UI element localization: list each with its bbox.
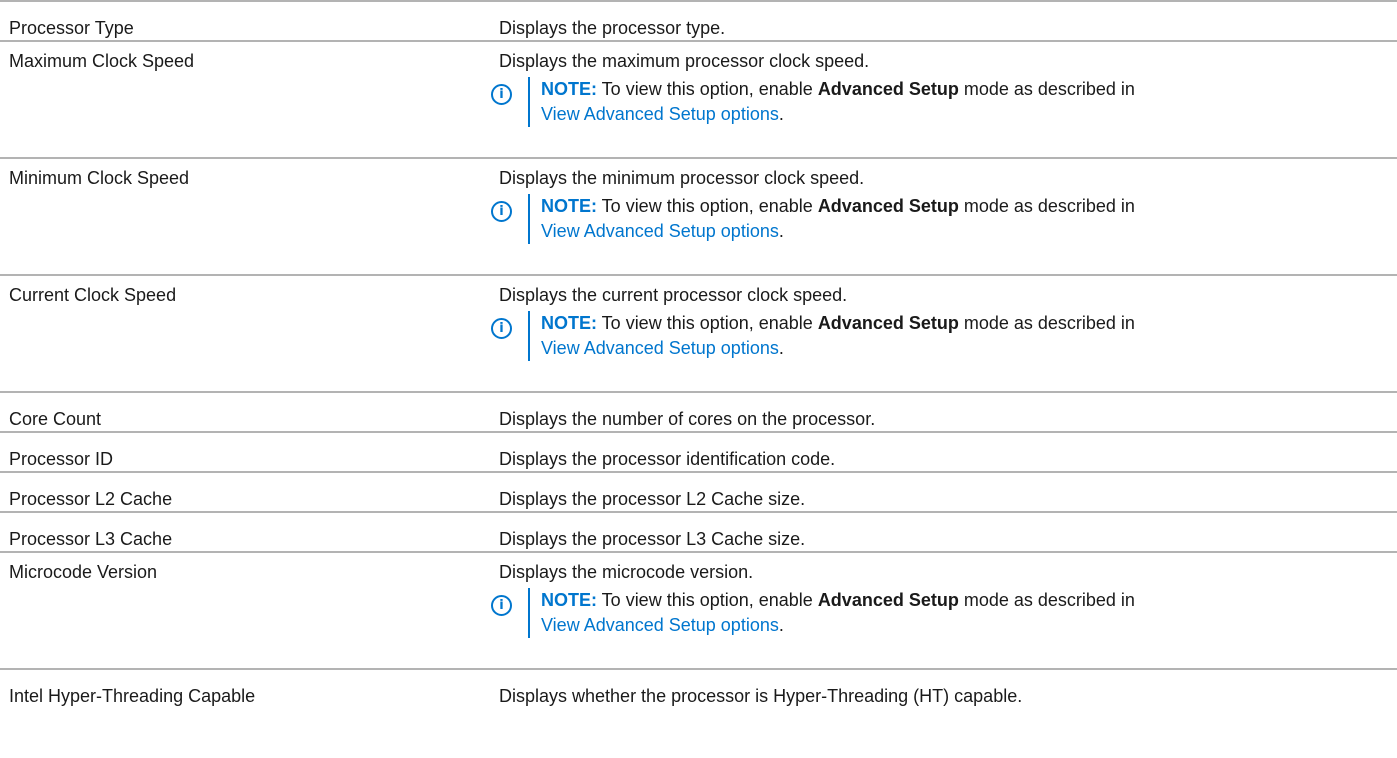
info-icon: i <box>491 201 512 222</box>
info-icon: i <box>491 595 512 616</box>
advanced-setup-term: Advanced Setup <box>817 313 959 333</box>
note-callout: i NOTE: To view this option, enable Adva… <box>491 307 1397 361</box>
table-row: Processor ID Displays the processor iden… <box>0 432 1397 472</box>
info-icon: i <box>491 318 512 339</box>
table-row: Processor L2 Cache Displays the processo… <box>0 472 1397 512</box>
processor-settings-table: Processor Type Displays the processor ty… <box>0 0 1397 708</box>
advanced-setup-term: Advanced Setup <box>817 196 959 216</box>
setting-name: Processor L2 Cache <box>9 489 173 509</box>
advanced-setup-term: Advanced Setup <box>817 79 959 99</box>
note-label: NOTE: <box>541 590 597 610</box>
setting-description: Displays the current processor clock spe… <box>491 275 1397 392</box>
view-advanced-setup-link[interactable]: View Advanced Setup options <box>541 104 779 124</box>
note-callout: i NOTE: To view this option, enable Adva… <box>491 73 1397 127</box>
advanced-setup-term: Advanced Setup <box>817 590 959 610</box>
setting-description: Displays the processor L3 Cache size. <box>499 529 806 549</box>
setting-description: Displays the number of cores on the proc… <box>499 409 876 429</box>
table-row: Minimum Clock Speed Displays the minimum… <box>0 158 1397 275</box>
setting-name: Processor ID <box>9 449 114 469</box>
setting-description: Displays the microcode version. i NOTE: … <box>491 552 1397 669</box>
setting-name: Microcode Version <box>9 562 158 582</box>
table-row: Intel Hyper-Threading Capable Displays w… <box>0 669 1397 708</box>
setting-description: Displays the processor identification co… <box>499 449 836 469</box>
view-advanced-setup-link[interactable]: View Advanced Setup options <box>541 615 779 635</box>
table-row: Core Count Displays the number of cores … <box>0 392 1397 432</box>
note-bar <box>528 588 530 638</box>
setting-description: Displays the processor type. <box>499 18 726 38</box>
table-row: Maximum Clock Speed Displays the maximum… <box>0 41 1397 158</box>
setting-description: Displays the processor L2 Cache size. <box>499 489 806 509</box>
setting-name: Maximum Clock Speed <box>9 51 195 71</box>
note-label: NOTE: <box>541 196 597 216</box>
view-advanced-setup-link[interactable]: View Advanced Setup options <box>541 338 779 358</box>
note-text: NOTE: To view this option, enable Advanc… <box>541 313 1135 358</box>
note-text: NOTE: To view this option, enable Advanc… <box>541 79 1135 124</box>
setting-name: Processor L3 Cache <box>9 529 173 549</box>
table-row: Microcode Version Displays the microcode… <box>0 552 1397 669</box>
setting-name: Intel Hyper-Threading Capable <box>9 686 256 706</box>
view-advanced-setup-link[interactable]: View Advanced Setup options <box>541 221 779 241</box>
note-label: NOTE: <box>541 79 597 99</box>
note-bar <box>528 194 530 244</box>
note-callout: i NOTE: To view this option, enable Adva… <box>491 584 1397 638</box>
note-bar <box>528 77 530 127</box>
note-bar <box>528 311 530 361</box>
note-callout: i NOTE: To view this option, enable Adva… <box>491 190 1397 244</box>
setting-description: Displays whether the processor is Hyper-… <box>499 686 1023 706</box>
table-row: Processor Type Displays the processor ty… <box>0 1 1397 41</box>
setting-name: Core Count <box>9 409 102 429</box>
note-text: NOTE: To view this option, enable Advanc… <box>541 590 1135 635</box>
table-row: Processor L3 Cache Displays the processo… <box>0 512 1397 552</box>
setting-name: Processor Type <box>9 18 134 38</box>
note-text: NOTE: To view this option, enable Advanc… <box>541 196 1135 241</box>
setting-description: Displays the maximum processor clock spe… <box>491 41 1397 158</box>
setting-description: Displays the minimum processor clock spe… <box>491 158 1397 275</box>
setting-name: Minimum Clock Speed <box>9 168 190 188</box>
note-label: NOTE: <box>541 313 597 333</box>
setting-name: Current Clock Speed <box>9 285 177 305</box>
table-row: Current Clock Speed Displays the current… <box>0 275 1397 392</box>
info-icon: i <box>491 84 512 105</box>
